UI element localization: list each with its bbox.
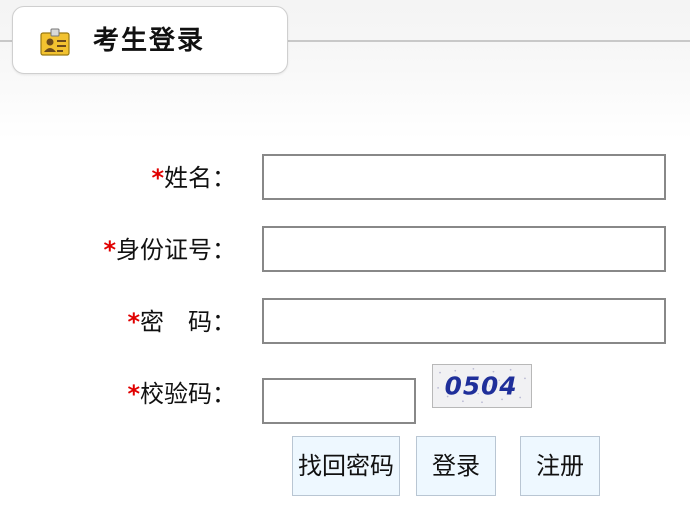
captcha-label-text: 校验码：	[140, 380, 236, 408]
name-label: *姓名：	[151, 162, 236, 194]
required-mark: *	[103, 236, 116, 264]
captcha-text: 0504	[445, 372, 518, 401]
id-label: *身份证号：	[103, 234, 236, 266]
captcha-image[interactable]: 0504	[432, 364, 532, 408]
required-mark: *	[127, 308, 140, 336]
login-tab[interactable]: 考生登录	[12, 6, 288, 74]
password-input[interactable]	[262, 298, 666, 344]
id-number-input[interactable]	[262, 226, 666, 272]
name-input[interactable]	[262, 154, 666, 200]
required-mark: *	[151, 164, 164, 192]
required-mark: *	[127, 380, 140, 408]
captcha-input[interactable]	[262, 378, 416, 424]
login-button[interactable]: 登录	[416, 436, 496, 496]
recover-password-button[interactable]: 找回密码	[292, 436, 400, 496]
register-button[interactable]: 注册	[520, 436, 600, 496]
id-card-icon	[40, 28, 70, 56]
captcha-label: *校验码：	[127, 378, 236, 410]
id-label-text: 身份证号：	[116, 236, 236, 264]
password-label-text: 密 码：	[140, 308, 236, 336]
name-label-text: 姓名：	[164, 164, 236, 192]
tab-title: 考生登录	[93, 26, 206, 56]
password-label: *密 码：	[127, 306, 236, 338]
